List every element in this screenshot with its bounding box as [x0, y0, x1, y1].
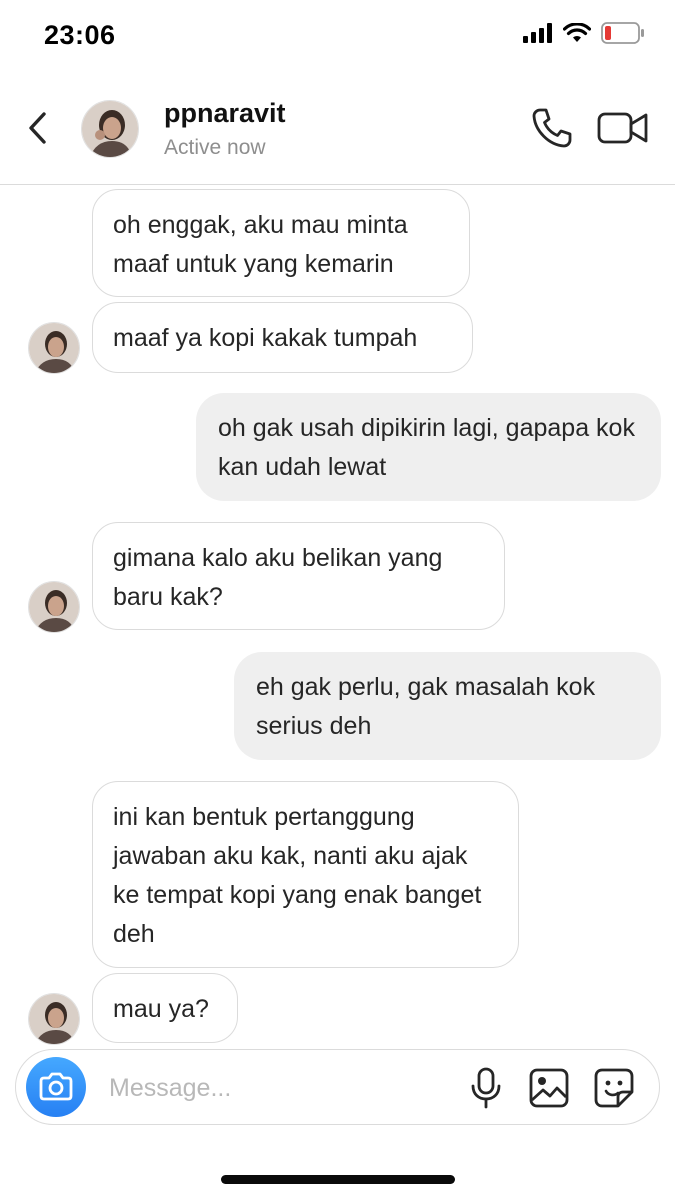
message-received[interactable]: oh enggak, aku mau minta maaf untuk yang… [92, 189, 470, 297]
chat-header: ppnaravit Active now [0, 86, 675, 185]
sender-avatar [28, 322, 80, 374]
message-input[interactable] [109, 1068, 439, 1108]
phone-icon[interactable] [530, 106, 574, 150]
home-indicator[interactable] [221, 1175, 455, 1184]
active-status: Active now [164, 136, 266, 159]
gallery-icon[interactable] [528, 1067, 570, 1109]
contact-avatar[interactable] [81, 100, 139, 158]
contact-username[interactable]: ppnaravit [164, 98, 286, 129]
status-icons [523, 22, 645, 44]
sender-avatar [28, 993, 80, 1045]
camera-button[interactable] [26, 1057, 86, 1117]
sender-avatar [28, 581, 80, 633]
sticker-icon[interactable] [593, 1067, 635, 1109]
message-received[interactable]: ini kan bentuk pertanggung jawaban aku k… [92, 781, 519, 968]
back-chevron-icon[interactable] [22, 108, 54, 148]
video-camera-icon[interactable] [597, 108, 649, 148]
message-received[interactable]: maaf ya kopi kakak tumpah [92, 302, 473, 373]
message-sent[interactable]: eh gak perlu, gak masalah kok serius deh [234, 652, 661, 760]
camera-icon [39, 1072, 73, 1101]
status-time: 23:06 [44, 20, 116, 50]
message-composer [15, 1049, 660, 1125]
message-received[interactable]: mau ya? [92, 973, 238, 1043]
message-received[interactable]: gimana kalo aku belikan yang baru kak? [92, 522, 505, 630]
signal-icon [523, 23, 552, 43]
microphone-icon[interactable] [468, 1067, 504, 1109]
status-bar: 23:06 [0, 0, 675, 70]
message-sent[interactable]: oh gak usah dipikirin lagi, gapapa kok k… [196, 393, 661, 501]
wifi-icon [563, 23, 591, 42]
battery-icon [601, 22, 644, 44]
